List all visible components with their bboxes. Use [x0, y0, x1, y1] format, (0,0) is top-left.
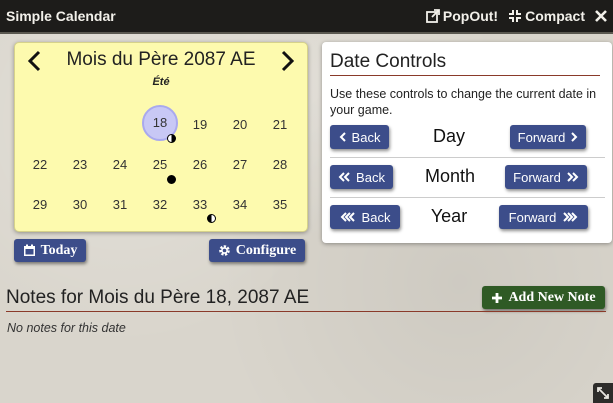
- calendar-day[interactable]: 22: [22, 147, 58, 183]
- next-month-icon[interactable]: [275, 49, 299, 73]
- window-titlebar[interactable]: Simple Calendar PopOut! Compact: [0, 0, 613, 34]
- date-controls-panel: Date Controls Use these controls to chan…: [322, 42, 612, 243]
- day-forward-label: Forward: [517, 129, 566, 145]
- divider: [330, 197, 605, 198]
- calendar-panel: Mois du Père 2087 AE Été 18 19 20 21 22 …: [14, 42, 308, 232]
- notes-divider: [6, 311, 606, 312]
- year-forward-button[interactable]: Forward: [499, 205, 588, 229]
- expand-icon: [597, 387, 609, 399]
- calendar-day[interactable]: 27: [222, 147, 258, 183]
- new-moon-icon: [167, 175, 176, 184]
- popout-label: PopOut!: [442, 8, 499, 24]
- plus-icon: [492, 292, 503, 303]
- double-chevron-right-icon: [567, 172, 579, 182]
- add-new-note-button[interactable]: Add New Note: [482, 286, 605, 309]
- double-chevron-left-icon: [338, 172, 350, 182]
- calendar-day[interactable]: 35: [262, 187, 298, 223]
- close-button[interactable]: [595, 10, 607, 22]
- month-forward-label: Forward: [513, 169, 561, 185]
- month-back-label: Back: [356, 169, 385, 185]
- close-icon: [595, 10, 607, 22]
- date-controls-title: Date Controls: [330, 51, 600, 76]
- compact-label: Compact: [525, 8, 585, 24]
- chevron-right-icon: [571, 132, 578, 142]
- calendar-day[interactable]: 29: [22, 187, 58, 223]
- day-back-button[interactable]: Back: [330, 125, 389, 149]
- calendar-day[interactable]: 31: [102, 187, 138, 223]
- calendar-day[interactable]: 23: [62, 147, 98, 183]
- year-forward-label: Forward: [508, 209, 557, 225]
- day-label: Day: [432, 126, 465, 146]
- calendar-season: Été: [152, 76, 170, 88]
- calendar-day[interactable]: 20: [222, 107, 258, 143]
- calendar-icon: [23, 244, 35, 256]
- window-title: Simple Calendar: [6, 8, 116, 24]
- moon-phase-icon: [207, 214, 216, 223]
- moon-phase-icon: [167, 134, 176, 143]
- calendar-day[interactable]: 26: [182, 147, 218, 183]
- today-label: Today: [40, 242, 78, 258]
- calendar-day[interactable]: 28: [262, 147, 298, 183]
- calendar-day[interactable]: 21: [262, 107, 298, 143]
- triple-chevron-right-icon: [563, 212, 578, 222]
- chevron-left-icon: [339, 132, 346, 142]
- date-controls-description: Use these controls to change the current…: [330, 87, 597, 117]
- resize-handle[interactable]: [593, 383, 613, 403]
- year-back-label: Back: [361, 209, 391, 225]
- notes-title: Notes for Mois du Père 18, 2087 AE: [6, 287, 310, 308]
- divider: [330, 157, 605, 158]
- year-back-button[interactable]: Back: [330, 205, 400, 229]
- compress-icon: [509, 10, 522, 22]
- calendar-day[interactable]: 34: [222, 187, 258, 223]
- external-link-icon: [425, 9, 440, 23]
- configure-button[interactable]: Configure: [209, 239, 305, 262]
- popout-button[interactable]: PopOut!: [425, 8, 499, 24]
- month-label: Month: [424, 166, 476, 186]
- configure-label: Configure: [235, 242, 297, 258]
- calendar-day[interactable]: 19: [182, 107, 218, 143]
- add-new-note-label: Add New Note: [508, 289, 596, 305]
- today-button[interactable]: Today: [14, 239, 86, 262]
- triple-chevron-left-icon: [340, 212, 355, 222]
- day-forward-button[interactable]: Forward: [510, 125, 586, 149]
- calendar-month-title: Mois du Père 2087 AE: [66, 49, 256, 70]
- calendar-day[interactable]: 32: [142, 187, 178, 223]
- gear-icon: [218, 245, 230, 256]
- calendar-day[interactable]: 30: [62, 187, 98, 223]
- calendar-day[interactable]: 24: [102, 147, 138, 183]
- year-label: Year: [430, 206, 468, 226]
- compact-button[interactable]: Compact: [508, 8, 585, 24]
- month-forward-button[interactable]: Forward: [505, 165, 587, 189]
- day-back-label: Back: [351, 129, 381, 145]
- month-back-button[interactable]: Back: [330, 165, 393, 189]
- notes-empty-message: No notes for this date: [7, 321, 126, 335]
